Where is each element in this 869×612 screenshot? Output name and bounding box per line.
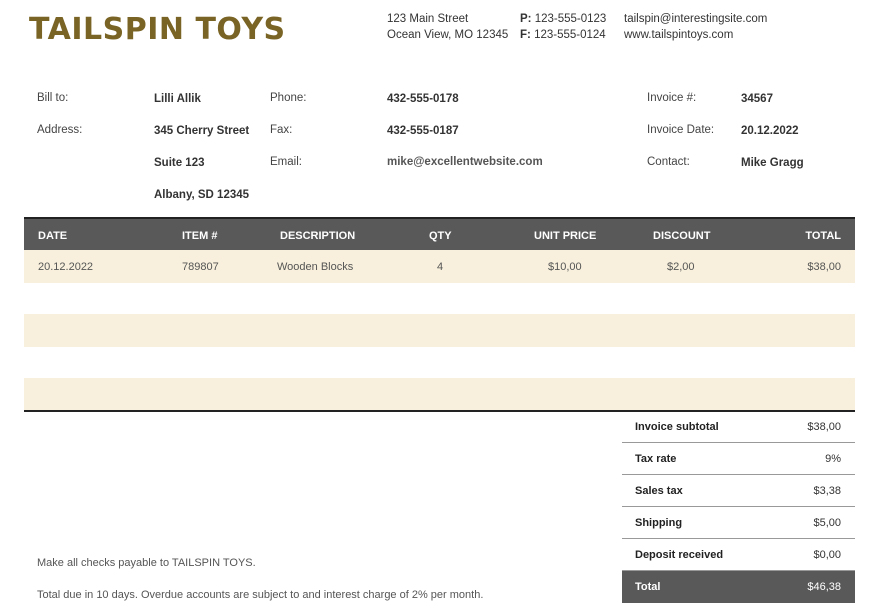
payable-note: Make all checks payable to TAILSPIN TOYS… (37, 557, 256, 569)
col-header-unit-price: UNIT PRICE (534, 230, 597, 242)
col-header-qty: QTY (429, 230, 452, 242)
summary-deposit-row: Deposit received $0,00 (622, 539, 855, 571)
invoice-date-label: Invoice Date: (647, 124, 715, 136)
table-row-empty (24, 314, 855, 347)
col-header-description: DESCRIPTION (280, 230, 356, 242)
col-header-discount: DISCOUNT (653, 230, 711, 242)
total-label: Total (635, 581, 661, 593)
invoice-number-label: Invoice #: (647, 92, 697, 104)
contact-name: Mike Gragg (741, 157, 804, 169)
summary-sales-tax-row: Sales tax $3,38 (622, 475, 855, 507)
address-line2: Suite 123 (154, 157, 205, 169)
email-label: Email: (270, 156, 302, 168)
summary-subtotal-row: Invoice subtotal $38,00 (622, 411, 855, 443)
company-address-line1: 123 Main Street (387, 13, 469, 25)
address-line3: Albany, SD 12345 (154, 189, 250, 201)
sales-tax-label: Sales tax (635, 485, 683, 497)
table-header-row: DATE ITEM # DESCRIPTION QTY UNIT PRICE D… (24, 217, 855, 250)
shipping-value: $5,00 (813, 517, 841, 529)
cell-qty: 4 (437, 261, 444, 273)
subtotal-value: $38,00 (807, 421, 841, 433)
cell-date: 20.12.2022 (38, 261, 94, 273)
address-label: Address: (37, 124, 83, 136)
cell-description: Wooden Blocks (277, 261, 354, 273)
cell-discount: $2,00 (667, 261, 695, 273)
fax-number: 123-555-0124 (534, 29, 606, 41)
table-row-empty (24, 346, 855, 379)
fax-prefix: F: (520, 29, 531, 41)
cell-unit-price: $10,00 (548, 261, 582, 273)
client-email-link[interactable]: mike@excellentwebsite.com (387, 156, 543, 168)
bill-to-name: Lilli Allik (154, 93, 201, 105)
company-address-line2: Ocean View, MO 12345 (387, 29, 509, 41)
client-phone: 432-555-0178 (387, 93, 459, 105)
table-row-empty (24, 282, 855, 315)
company-logo-name: TAILSPIN TOYS (29, 12, 286, 47)
col-header-date: DATE (38, 230, 68, 242)
invoice-date: 20.12.2022 (741, 125, 799, 137)
contact-label: Contact: (647, 156, 690, 168)
sales-tax-value: $3,38 (813, 485, 841, 497)
terms-note: Total due in 10 days. Overdue accounts a… (37, 589, 484, 601)
table-row-empty (24, 378, 855, 411)
cell-total: $38,00 (807, 261, 841, 273)
company-fax: F: 123-555-0124 (520, 29, 606, 41)
tax-rate-value: 9% (825, 453, 841, 465)
tax-rate-label: Tax rate (635, 453, 677, 465)
col-header-item: ITEM # (182, 230, 218, 242)
phone-label: Phone: (270, 92, 307, 104)
phone-number: 123-555-0123 (534, 13, 607, 25)
shipping-label: Shipping (635, 517, 683, 529)
deposit-value: $0,00 (813, 549, 841, 561)
fax-label: Fax: (270, 124, 293, 136)
company-phone: P: 123-555-0123 (520, 13, 606, 25)
table-row: 20.12.2022 789807 Wooden Blocks 4 $10,00… (24, 250, 855, 283)
summary-total-row: Total $46,38 (622, 571, 855, 603)
summary-tax-rate-row: Tax rate 9% (622, 443, 855, 475)
company-website-link[interactable]: www.tailspintoys.com (624, 29, 733, 41)
col-header-total: TOTAL (805, 230, 841, 242)
cell-item: 789807 (182, 261, 219, 273)
phone-prefix: P: (520, 13, 532, 25)
subtotal-label: Invoice subtotal (635, 421, 719, 433)
invoice-number: 34567 (741, 93, 773, 105)
deposit-label: Deposit received (635, 549, 724, 561)
client-fax: 432-555-0187 (387, 125, 459, 137)
address-line1: 345 Cherry Street (154, 125, 250, 137)
bill-to-label: Bill to: (37, 92, 69, 104)
summary-shipping-row: Shipping $5,00 (622, 507, 855, 539)
total-value: $46,38 (807, 581, 841, 593)
company-email-link[interactable]: tailspin@interestingsite.com (624, 13, 767, 25)
